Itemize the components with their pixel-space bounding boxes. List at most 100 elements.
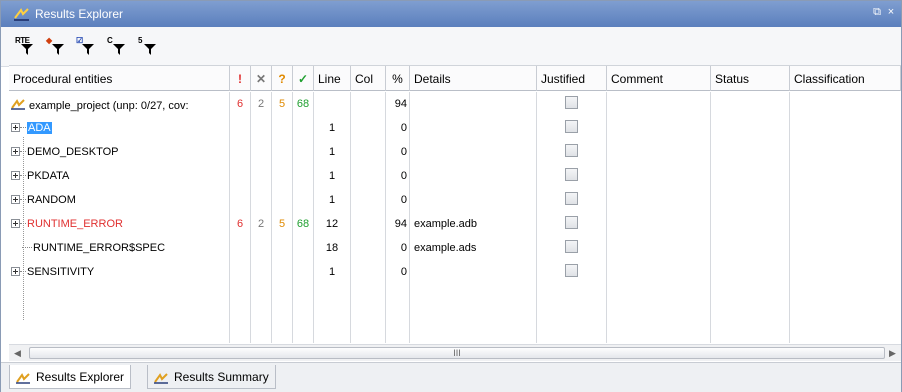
color-filter-button[interactable]: ◆ xyxy=(46,36,68,58)
orange-count xyxy=(272,236,293,260)
table-row[interactable]: DEMO_DESKTOP 1 0 xyxy=(9,140,901,164)
status-value[interactable] xyxy=(711,92,790,116)
tree-dots xyxy=(22,247,32,248)
classification-value[interactable] xyxy=(790,92,901,116)
empty-table-area xyxy=(9,284,901,343)
comment-value[interactable] xyxy=(607,92,711,116)
comment-value[interactable] xyxy=(607,212,711,236)
grey-count xyxy=(251,164,272,188)
five-filter-button[interactable]: 5 xyxy=(138,36,160,58)
header-line[interactable]: Line xyxy=(314,66,351,91)
col-value xyxy=(351,188,386,212)
table-header: Procedural entities ! ✕ ? ✓ Line Col % D… xyxy=(9,65,901,91)
table-row[interactable]: SENSITIVITY 1 0 xyxy=(9,260,901,284)
comment-value[interactable] xyxy=(607,236,711,260)
classification-value[interactable] xyxy=(790,140,901,164)
tree-dots xyxy=(20,199,26,200)
empty-cell xyxy=(351,284,386,343)
entity-cell: RANDOM xyxy=(9,188,230,212)
table-row[interactable]: RUNTIME_ERROR 6 2 5 68 12 94 example.adb xyxy=(9,212,901,236)
tab-results-explorer[interactable]: Results Explorer xyxy=(9,365,132,389)
scroll-left-icon[interactable]: ◀ xyxy=(9,345,26,361)
header-justified[interactable]: Justified xyxy=(537,66,607,91)
comment-value[interactable] xyxy=(607,188,711,212)
status-value[interactable] xyxy=(711,260,790,284)
comment-value[interactable] xyxy=(607,140,711,164)
entity-cell: DEMO_DESKTOP xyxy=(9,140,230,164)
table-row[interactable]: example_project (unp: 0/27, cov: 6 2 5 6… xyxy=(9,92,901,116)
header-details[interactable]: Details xyxy=(410,66,537,91)
classification-value[interactable] xyxy=(790,236,901,260)
scroll-right-icon[interactable]: ▶ xyxy=(884,345,901,361)
justified-checkbox[interactable] xyxy=(565,120,578,133)
comment-value[interactable] xyxy=(607,260,711,284)
header-orange-icon[interactable]: ? xyxy=(272,66,293,91)
justified-checkbox[interactable] xyxy=(565,192,578,205)
classification-value[interactable] xyxy=(790,164,901,188)
status-value[interactable] xyxy=(711,116,790,140)
status-value[interactable] xyxy=(711,236,790,260)
header-procedural-entities[interactable]: Procedural entities xyxy=(9,66,230,91)
header-grey-icon[interactable]: ✕ xyxy=(251,66,272,91)
funnel-icon xyxy=(144,44,156,55)
close-icon[interactable]: × xyxy=(885,6,897,18)
justified-checkbox[interactable] xyxy=(565,264,578,277)
horizontal-scrollbar[interactable]: ◀ III ▶ xyxy=(9,344,901,361)
line-value: 1 xyxy=(314,116,351,140)
orange-count xyxy=(272,260,293,284)
status-value[interactable] xyxy=(711,212,790,236)
header-green-icon[interactable]: ✓ xyxy=(293,66,314,91)
entity-name: RANDOM xyxy=(27,194,76,206)
justified-checkbox[interactable] xyxy=(565,144,578,157)
header-percent[interactable]: % xyxy=(386,66,410,91)
justified-checkbox[interactable] xyxy=(565,96,578,109)
justified-checkbox[interactable] xyxy=(565,168,578,181)
expand-icon[interactable] xyxy=(11,267,20,276)
red-count: 6 xyxy=(230,92,251,116)
expand-icon[interactable] xyxy=(11,147,20,156)
classification-value[interactable] xyxy=(790,188,901,212)
header-col[interactable]: Col xyxy=(351,66,386,91)
header-red-icon[interactable]: ! xyxy=(230,66,251,91)
header-status[interactable]: Status xyxy=(711,66,790,91)
green-count xyxy=(293,164,314,188)
orange-count xyxy=(272,164,293,188)
entity-name: SENSITIVITY xyxy=(27,266,95,278)
c-filter-button[interactable]: C xyxy=(107,36,129,58)
expand-icon[interactable] xyxy=(11,219,20,228)
comment-value[interactable] xyxy=(607,164,711,188)
rte-filter-button[interactable]: RTE xyxy=(15,36,37,58)
empty-cell xyxy=(251,284,272,343)
expand-icon[interactable] xyxy=(11,171,20,180)
header-classification[interactable]: Classification xyxy=(790,66,901,91)
c-filter-label: C xyxy=(107,36,113,45)
col-value xyxy=(351,164,386,188)
table-row[interactable]: ADA 1 0 xyxy=(9,116,901,140)
status-value[interactable] xyxy=(711,164,790,188)
status-value[interactable] xyxy=(711,188,790,212)
classification-value[interactable] xyxy=(790,116,901,140)
scrollbar-thumb[interactable]: III xyxy=(29,347,885,359)
expand-icon[interactable] xyxy=(11,195,20,204)
classification-value[interactable] xyxy=(790,212,901,236)
check-filter-button[interactable]: ☑ xyxy=(76,36,98,58)
status-value[interactable] xyxy=(711,140,790,164)
justified-checkbox[interactable] xyxy=(565,216,578,229)
restore-icon[interactable]: ⧉ xyxy=(871,6,883,18)
entity-name: RUNTIME_ERROR xyxy=(27,218,123,230)
results-explorer-icon xyxy=(16,373,30,384)
justified-cell xyxy=(537,116,607,140)
orange-count xyxy=(272,188,293,212)
table-row[interactable]: RANDOM 1 0 xyxy=(9,188,901,212)
classification-value[interactable] xyxy=(790,260,901,284)
comment-value[interactable] xyxy=(607,116,711,140)
table-row[interactable]: RUNTIME_ERROR$SPEC 18 0 example.ads xyxy=(9,236,901,260)
tab-results-summary[interactable]: Results Summary xyxy=(147,365,276,389)
percent-value: 0 xyxy=(386,260,410,284)
tree-dots xyxy=(20,223,26,224)
empty-cell xyxy=(386,284,410,343)
expand-icon[interactable] xyxy=(11,123,20,132)
justified-checkbox[interactable] xyxy=(565,240,578,253)
header-comment[interactable]: Comment xyxy=(607,66,711,91)
table-row[interactable]: PKDATA 1 0 xyxy=(9,164,901,188)
